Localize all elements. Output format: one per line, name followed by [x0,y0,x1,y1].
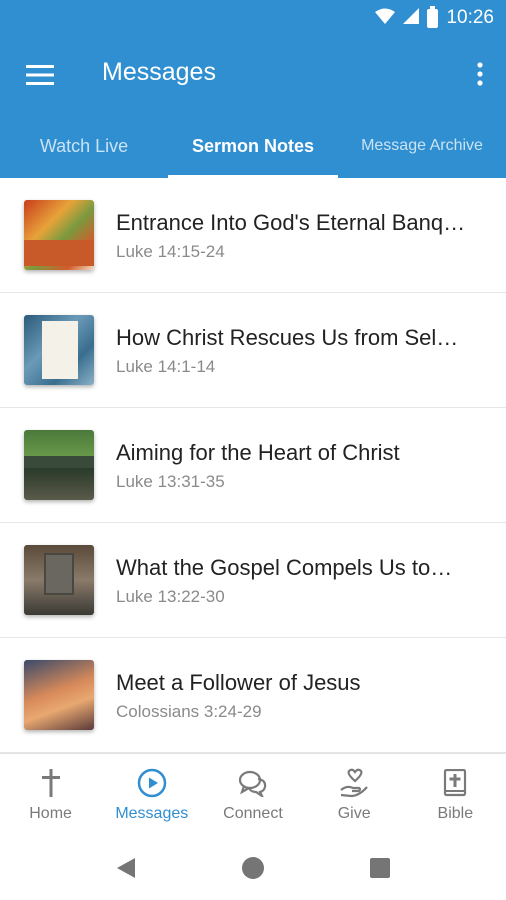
app-bar: Messages [0,36,506,114]
nav-item-connect[interactable]: Connect [202,754,303,836]
message-reference: Luke 13:22-30 [116,587,225,606]
tab-message-archive[interactable]: Message Archive [338,114,506,178]
nav-item-bible[interactable]: Bible [405,754,506,836]
back-icon[interactable] [113,855,139,881]
bible-icon [440,768,470,798]
nav-label: Home [29,805,72,822]
tab-bar: Watch Live Sermon Notes Message Archive [0,114,506,178]
signal-icon [403,7,420,29]
message-title: How Christ Rescues Us from Sel… [116,325,459,350]
message-thumbnail [24,200,94,270]
message-thumbnail [24,430,94,500]
message-reference: Luke 13:31-35 [116,472,225,491]
list-item[interactable]: Aiming for the Heart of Christ Luke 13:3… [0,408,506,523]
nav-label: Messages [115,805,189,822]
status-bar: 10:26 [0,0,506,36]
message-thumbnail [24,315,94,385]
message-title: What the Gospel Compels Us to… [116,555,453,580]
tab-watch-live[interactable]: Watch Live [0,114,168,178]
bottom-navigation: Home Messages Connect Give Bible [0,753,506,835]
message-reference: Luke 14:1-14 [116,357,216,376]
message-thumbnail [24,545,94,615]
wifi-icon [375,8,396,29]
message-title: Aiming for the Heart of Christ [116,440,400,465]
hamburger-menu-icon[interactable] [22,58,58,92]
heart-hand-icon [339,768,369,798]
home-circle-icon[interactable] [240,855,266,881]
list-item[interactable]: What the Gospel Compels Us to… Luke 13:2… [0,523,506,638]
status-time: 10:26 [446,7,494,28]
nav-label: Bible [437,805,474,822]
system-navigation-bar [0,835,506,900]
play-circle-icon [137,768,167,798]
page-title: Messages [102,58,216,86]
tab-sermon-notes[interactable]: Sermon Notes [168,114,338,178]
nav-item-home[interactable]: Home [0,754,101,836]
status-icons: 10:26 [375,5,494,30]
list-item[interactable]: Meet a Follower of Jesus Colossians 3:24… [0,638,506,753]
message-list: Entrance Into God's Eternal Banq… Luke 1… [0,178,506,753]
chat-bubbles-icon [238,768,268,798]
cross-icon [36,768,66,798]
message-thumbnail [24,660,94,730]
nav-item-give[interactable]: Give [304,754,405,836]
nav-label: Give [337,805,371,822]
recents-square-icon[interactable] [367,855,393,881]
list-item[interactable]: Entrance Into God's Eternal Banq… Luke 1… [0,178,506,293]
message-reference: Colossians 3:24-29 [116,702,262,721]
more-vertical-icon[interactable] [468,56,492,92]
nav-label: Connect [223,805,283,822]
message-reference: Luke 14:15-24 [116,242,225,261]
message-title: Meet a Follower of Jesus [116,670,361,695]
nav-item-messages[interactable]: Messages [101,754,202,836]
battery-icon [427,5,439,28]
list-item[interactable]: How Christ Rescues Us from Sel… Luke 14:… [0,293,506,408]
message-title: Entrance Into God's Eternal Banq… [116,210,466,235]
